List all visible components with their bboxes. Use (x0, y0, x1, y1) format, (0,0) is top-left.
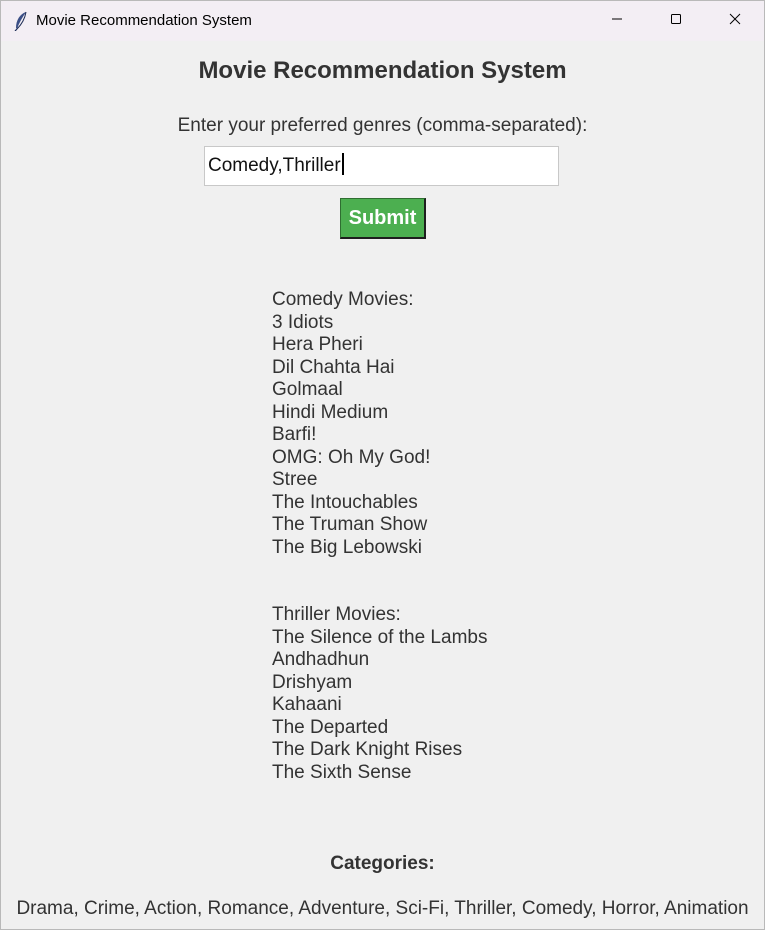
close-button[interactable] (706, 1, 764, 41)
comedy-movie: OMG: Oh My God! (272, 446, 431, 468)
feather-icon (13, 11, 29, 32)
thriller-movie: The Silence of the Lambs (272, 626, 488, 648)
text-caret (341, 152, 344, 175)
window-title: Movie Recommendation System (36, 12, 252, 29)
comedy-movie: 3 Idiots (272, 311, 334, 333)
categories-label: Categories: (330, 853, 435, 874)
comedy-movie: Hera Pheri (272, 334, 363, 355)
comedy-header: Comedy Movies: (272, 289, 414, 310)
comedy-movie: Dil Chahta Hai (272, 356, 395, 378)
app-window: Movie Recommendation System Movie Recomm… (0, 0, 765, 930)
comedy-movie: Golmaal (272, 379, 343, 400)
genre-input[interactable]: Comedy,Thriller (204, 146, 559, 186)
minimize-button[interactable] (588, 1, 646, 41)
close-icon (729, 12, 741, 30)
thriller-movie: Drishyam (272, 671, 353, 693)
thriller-movie: Kahaani (272, 694, 342, 715)
comedy-movie: The Big Lebowski (272, 536, 422, 558)
comedy-movie: Stree (272, 469, 318, 490)
categories-list: Drama, Crime, Action, Romance, Adventure… (16, 898, 749, 919)
maximize-icon (670, 12, 682, 30)
comedy-movie: The Truman Show (272, 514, 428, 535)
genre-input-value: Comedy,Thriller (208, 155, 341, 176)
main-content: Movie Recommendation System Enter your p… (1, 41, 764, 929)
maximize-button[interactable] (647, 1, 705, 41)
comedy-movie: Hindi Medium (272, 401, 389, 423)
title-bar[interactable]: Movie Recommendation System (1, 1, 764, 41)
genre-prompt-label: Enter your preferred genres (comma-separ… (177, 115, 588, 136)
thriller-movie: The Dark Knight Rises (272, 739, 463, 760)
thriller-movie: Andhadhun (272, 649, 370, 670)
recommendations-output: Comedy Movies: 3 Idiots Hera Pheri Dil C… (272, 289, 487, 784)
thriller-header: Thriller Movies: (272, 604, 401, 625)
submit-button[interactable]: Submit (340, 198, 426, 239)
comedy-movie: Barfi! (272, 424, 317, 445)
minimize-icon (611, 12, 623, 30)
thriller-movie: The Sixth Sense (272, 761, 412, 783)
comedy-movie: The Intouchables (272, 491, 418, 513)
page-title: Movie Recommendation System (198, 57, 567, 84)
thriller-movie: The Departed (272, 716, 389, 738)
